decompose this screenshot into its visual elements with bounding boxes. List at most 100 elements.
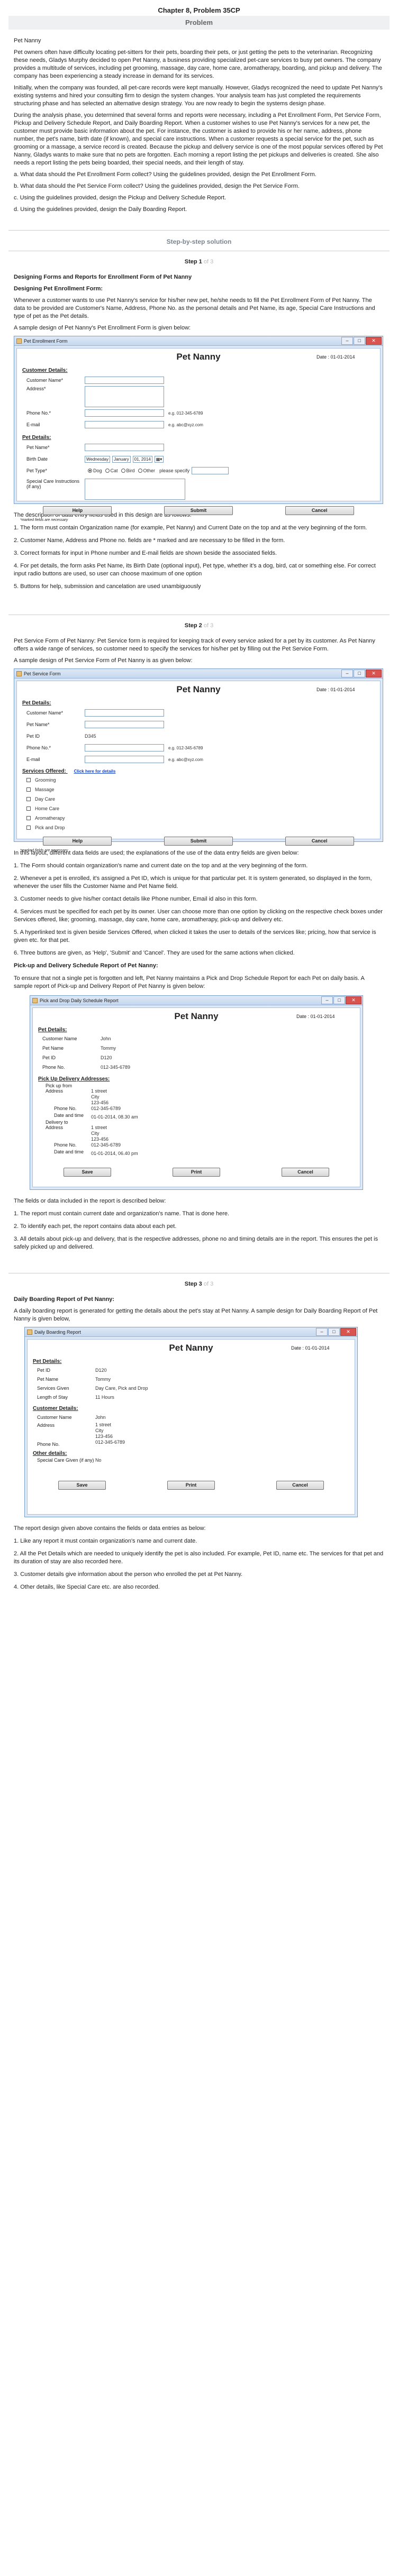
minimize-icon[interactable]: – xyxy=(321,996,333,1004)
birth-month-select[interactable]: January xyxy=(112,455,131,463)
email-input[interactable] xyxy=(85,421,164,428)
maximize-icon[interactable]: □ xyxy=(354,670,365,677)
close-icon[interactable]: ✕ xyxy=(366,337,382,345)
print-button[interactable]: Print xyxy=(173,1168,220,1177)
help-button[interactable]: Help xyxy=(43,506,112,515)
desc-item: 6. Three buttons are given, as 'Help', '… xyxy=(14,950,295,956)
customer-name-label: Customer Name* xyxy=(26,710,64,716)
app-name: Pet Nanny xyxy=(176,352,221,362)
desc-item: 3. All details about pick-up and deliver… xyxy=(14,1236,378,1250)
service-form-window: Pet Service Form – □ ✕ Pet Nanny Date : 01-… xyxy=(14,668,383,852)
services-offered-heading: Services Offered: Click here for details xyxy=(22,768,116,774)
home-care-checkbox[interactable] xyxy=(26,806,31,811)
page-title: Chapter 8, Problem 35CP xyxy=(158,6,240,14)
desc-item: 4. For pet details, the form asks Pet Na… xyxy=(14,563,376,577)
other-type-input[interactable] xyxy=(192,467,229,474)
birth-day-select[interactable]: Wednesday xyxy=(85,455,111,463)
radio-bird[interactable] xyxy=(121,469,125,473)
boarding-report-window: Daily Boarding Report – □ ✕ Pet Nanny Date … xyxy=(24,1327,358,1517)
problem-paragraph: Initially, when the company was founded,… xyxy=(14,85,383,107)
email-label: E-mail xyxy=(26,422,40,427)
submit-button[interactable]: Submit xyxy=(164,837,233,846)
radio-cat[interactable] xyxy=(105,469,110,473)
problem-paragraph: Pet owners often have difficulty locatin… xyxy=(14,49,382,79)
problem-question: b. What data should the Pet Service Form… xyxy=(14,183,300,189)
window-app-icon xyxy=(16,671,22,676)
maximize-icon[interactable]: □ xyxy=(328,1328,340,1336)
desc-item: 5. Buttons for help, submission and canc… xyxy=(14,583,201,590)
submit-button[interactable]: Submit xyxy=(164,506,233,515)
address-input[interactable] xyxy=(85,386,164,407)
services-given-label: Services Given xyxy=(37,1385,69,1391)
pickup-datetime-label: Date and time xyxy=(54,1113,84,1118)
customer-details-heading: Customer Details: xyxy=(33,1406,78,1411)
save-button[interactable]: Save xyxy=(58,1481,106,1490)
pet-details-heading: Pet Details: xyxy=(22,700,51,706)
minimize-icon[interactable]: – xyxy=(341,670,353,677)
price-details-link[interactable]: Click here for details xyxy=(74,769,116,774)
close-icon[interactable]: ✕ xyxy=(340,1328,356,1336)
customer-name-input[interactable] xyxy=(85,377,164,384)
help-button[interactable]: Help xyxy=(43,837,112,846)
app-name: Pet Nanny xyxy=(174,1011,219,1021)
cancel-button[interactable]: Cancel xyxy=(276,1481,324,1490)
close-icon[interactable]: ✕ xyxy=(366,670,382,677)
radio-other[interactable] xyxy=(138,469,142,473)
pick-and-drop-checkbox[interactable] xyxy=(26,826,31,830)
pet-name-input[interactable] xyxy=(85,444,164,451)
address-value: 1 street City 123-456 012-345-6789 xyxy=(95,1422,125,1445)
special-care-input[interactable] xyxy=(85,479,185,500)
step-1-label: Step 1 of 3 xyxy=(184,259,214,265)
day-care-checkbox[interactable] xyxy=(26,797,31,801)
length-of-stay-label: Length of Stay xyxy=(37,1394,68,1400)
pet-id-value: D120 xyxy=(101,1055,112,1060)
cancel-button[interactable]: Cancel xyxy=(285,506,354,515)
cancel-button[interactable]: Cancel xyxy=(285,837,354,846)
customer-name-input[interactable] xyxy=(85,709,164,717)
birth-year-select[interactable]: 01, 2014 xyxy=(132,455,152,463)
email-format-hint: e.g. abc@xyz.com xyxy=(168,757,203,762)
pet-name-input[interactable] xyxy=(85,721,164,728)
save-button[interactable]: Save xyxy=(64,1168,111,1177)
problem-heading: Problem xyxy=(8,16,390,30)
minimize-icon[interactable]: – xyxy=(341,337,353,345)
window-titlebar: Pet Service Form – □ ✕ xyxy=(14,669,383,679)
pet-id-value: D345 xyxy=(85,734,96,739)
pet-id-label: Pet ID xyxy=(37,1367,51,1373)
maximize-icon[interactable]: □ xyxy=(333,996,345,1004)
step-2-content: Pet Service Form of Pet Nanny: Pet Servi… xyxy=(0,634,398,1259)
required-note: *marked fields are necessary xyxy=(20,849,68,852)
solution-heading: Step-by-step solution xyxy=(166,238,232,245)
maximize-icon[interactable]: □ xyxy=(354,337,365,345)
pd-intro: To ensure that not a single pet is forgo… xyxy=(14,975,365,989)
cancel-button[interactable]: Cancel xyxy=(282,1168,329,1177)
step-1-intro: Whenever a customer wants to use Pet Nan… xyxy=(14,297,375,319)
pet-id-label: Pet ID xyxy=(26,734,40,739)
app-name: Pet Nanny xyxy=(176,684,221,694)
desc-item: 2. Whenever a pet is enrolled, it's assi… xyxy=(14,875,372,890)
radio-dog[interactable] xyxy=(88,469,92,473)
pet-name-value: Tommy xyxy=(101,1046,116,1051)
phone-format-hint: e.g. 012-345-6789 xyxy=(168,745,203,750)
phone-input[interactable] xyxy=(85,744,164,751)
pickup-address-value: 1 street City 123-456 xyxy=(91,1088,109,1105)
pet-name-label: Pet Name xyxy=(42,1046,64,1051)
step-3-intro: A daily boarding report is generated for… xyxy=(14,1308,378,1322)
problem-name: Pet Nanny xyxy=(14,38,41,44)
print-button[interactable]: Print xyxy=(167,1481,215,1490)
grooming-checkbox[interactable] xyxy=(26,778,31,782)
problem-paragraph: During the analysis phase, you determine… xyxy=(14,112,383,166)
calendar-icon[interactable]: ▦▾ xyxy=(154,455,164,463)
phone-input[interactable] xyxy=(85,409,164,417)
massage-checkbox[interactable] xyxy=(26,787,31,792)
email-input[interactable] xyxy=(85,756,164,763)
phone-format-hint: e.g. 012-345-6789 xyxy=(168,410,203,416)
minimize-icon[interactable]: – xyxy=(316,1328,328,1336)
special-care-label: Special Care Given (if any) xyxy=(37,1457,94,1463)
aromatherapy-checkbox[interactable] xyxy=(26,816,31,820)
close-icon[interactable]: ✕ xyxy=(346,996,361,1004)
pickup-address-label: Pick up from Address xyxy=(46,1083,73,1094)
window-app-icon xyxy=(32,998,38,1003)
step-3-content: Daily Boarding Report of Pet Nanny: A da… xyxy=(0,1292,398,1599)
pick-drop-report-window: Pick and Drop Daily Schedule Report – □ ✕ … xyxy=(30,995,363,1190)
